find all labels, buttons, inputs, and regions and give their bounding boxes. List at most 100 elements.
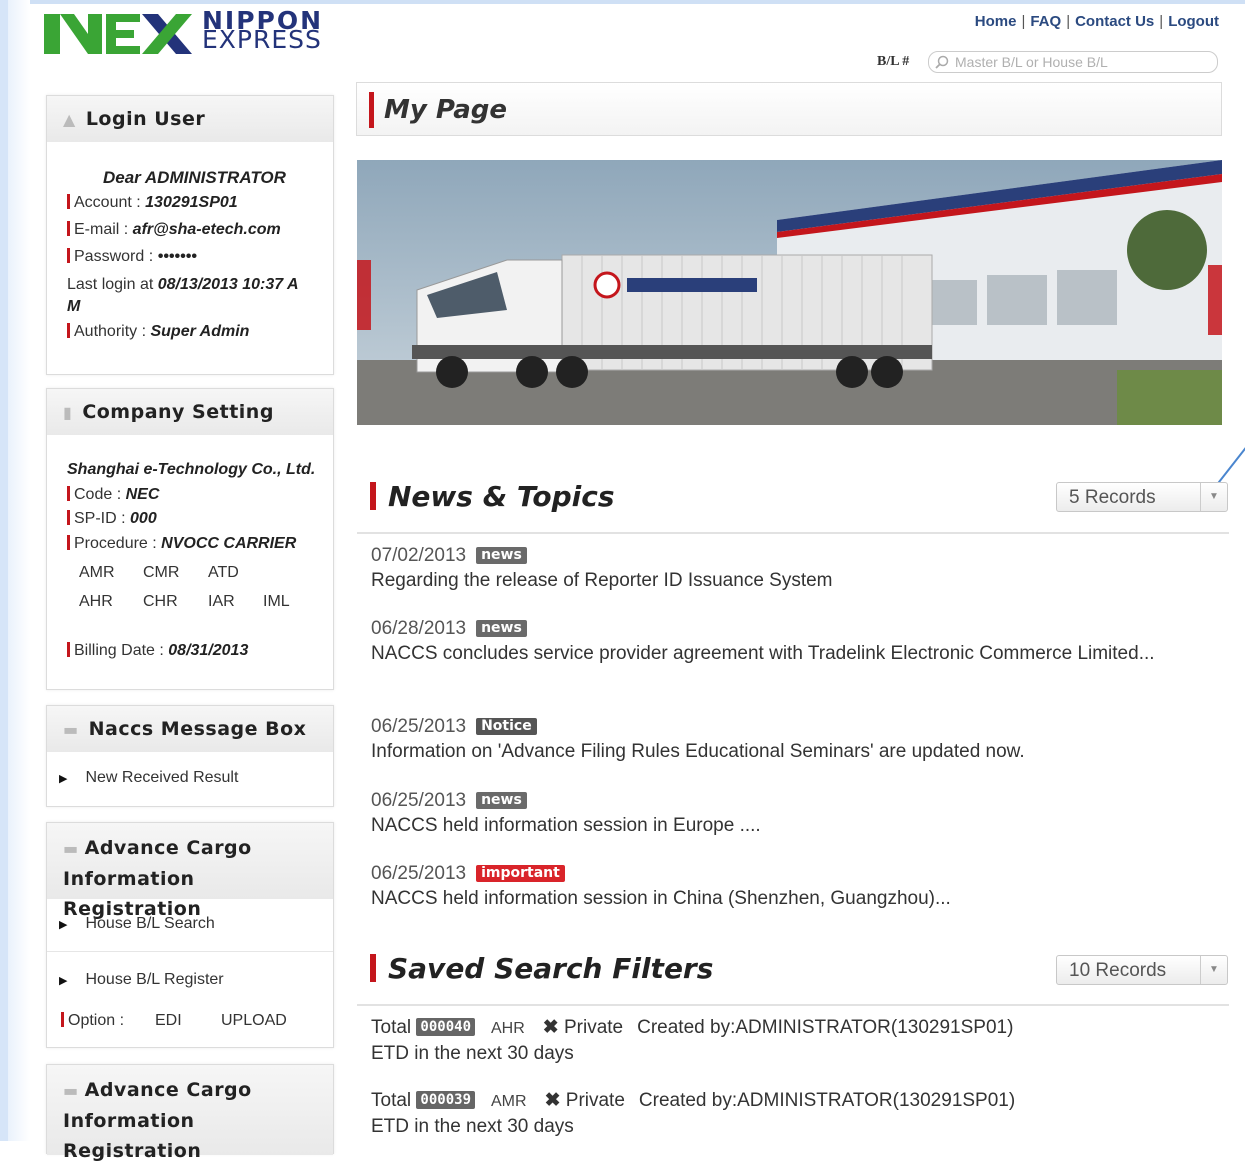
hero-banner-image [357,160,1222,425]
notice-badge: Notice [476,718,537,735]
top-nav: Home | FAQ | Contact Us | Logout [975,13,1219,30]
total-label: Total [371,1017,412,1038]
filters-records-select[interactable]: 10 Records ▼ [1056,955,1228,985]
code-tag-iar: IAR [208,593,235,610]
news-records-select[interactable]: 5 Records ▼ [1056,482,1228,512]
faq-link[interactable]: FAQ [1030,13,1061,30]
account-row: Account : 130291SP01 [67,194,238,212]
password-value: ••••••• [157,248,197,265]
news-headline-link[interactable]: NACCS held information session in China … [371,886,1191,911]
cargo-icon: ▬ [63,839,79,858]
company-setting-header: ▮ Company Setting [47,389,333,435]
last-login-row: Last login at 08/13/2013 10:37 A [67,276,299,294]
wrench-icon: ✖ [544,1090,561,1111]
saved-filters-heading: Saved Search Filters [370,952,713,985]
code-row: Code : NEC [67,486,159,504]
acir-header-2: ▬ Advance Cargo Information Registration [47,1065,333,1162]
acir-header: ▬ Advance Cargo Information Registration [47,823,333,920]
code-value: NEC [125,486,160,503]
banner-next-arrow[interactable] [1208,265,1222,335]
password-label: Password : [74,248,158,265]
company-setting-title: Company Setting [82,401,274,423]
account-label: Account : [74,194,146,211]
greeting: Dear ADMINISTRATOR [103,168,286,187]
news-item: 06/25/2013 important NACCS held informati… [371,861,1191,911]
house-bl-register-label: House B/L Register [85,971,224,988]
title-accent-bar [370,954,376,982]
authority-row: Authority : Super Admin [67,323,249,341]
building-icon: ▮ [63,402,73,422]
last-login-label: Last login at [67,276,158,293]
acir-title-line2: Information Registration [63,868,202,920]
new-received-result-link[interactable]: ▶ New Received Result [59,769,238,787]
saved-filter-item[interactable]: Total 000040 AHR ✖ Private Created by:ADMIN… [371,1015,1013,1066]
filter-code-tag: AMR [491,1093,527,1110]
news-headline-link[interactable]: Information on 'Advance Filing Rules Edu… [371,739,1191,764]
naccs-message-panel: ▬ Naccs Message Box ▶ New Received Result [46,705,334,807]
bullet-triangle-icon: ▶ [59,773,68,785]
news-item: 06/28/2013 news NACCS concludes service p… [371,616,1191,666]
option-edi-link[interactable]: EDI [155,1012,182,1030]
logo-line2: EXPRESS [202,25,322,54]
filter-count-badge: 000039 [416,1091,475,1109]
news-item: 07/02/2013 news Regarding the release of … [371,543,1191,593]
contact-us-link[interactable]: Contact Us [1075,13,1154,30]
news-records-value: 5 Records [1069,487,1156,508]
login-user-panel: ▲ Login User Dear ADMINISTRATOR Account … [46,95,334,375]
option-upload-link[interactable]: UPLOAD [221,1012,287,1030]
code-tag-ahr: AHR [79,593,113,610]
authority-value: Super Admin [150,323,250,340]
procedure-label: Procedure : [74,535,162,552]
news-headline-link[interactable]: Regarding the release of Reporter ID Iss… [371,568,1191,593]
spid-row: SP-ID : 000 [67,510,157,528]
divider [47,951,333,952]
saved-filters-title: Saved Search Filters [388,952,714,985]
saved-filter-item[interactable]: Total 000039 AMR ✖ Private Created by:ADMIN… [371,1088,1015,1139]
naccs-message-header: ▬ Naccs Message Box [47,706,333,752]
news-badge: news [476,620,527,637]
chevron-down-icon: ▼ [1200,956,1227,984]
billing-value: 08/31/2013 [168,642,249,659]
chevron-down-icon: ▼ [1200,483,1227,511]
bullet-bar [67,642,70,657]
divider [357,532,1229,534]
bullet-bar [67,486,70,501]
bl-search-input[interactable] [953,53,1207,71]
logout-link[interactable]: Logout [1168,13,1219,30]
email-value: afr@sha-etech.com [132,221,281,238]
email-label: E-mail : [74,221,133,238]
news-headline-link[interactable]: NACCS held information session in Europe… [371,813,1191,838]
code-tag-chr: CHR [143,593,178,610]
news-topics-heading: News & Topics [370,480,615,513]
last-login-value: 08/13/2013 10:37 A [157,276,299,293]
nippon-express-logo[interactable]: NIPPON EXPRESS [44,8,356,56]
home-link[interactable]: Home [975,13,1017,30]
house-bl-search-label: House B/L Search [85,915,215,932]
nav-separator: | [1021,13,1026,30]
code-tag-amr: AMR [79,564,115,581]
filter-description: ETD in the next 30 days [371,1043,574,1064]
house-bl-search-link[interactable]: ▶ House B/L Search [59,915,215,933]
filter-code-tag: AHR [491,1020,525,1037]
filter-visibility: Private [563,1017,624,1038]
truck-photo [357,160,1222,425]
search-icon[interactable] [935,55,949,69]
filter-description: ETD in the next 30 days [371,1116,574,1137]
house-bl-register-link[interactable]: ▶ House B/L Register [59,971,224,989]
filter-visibility: Private [565,1090,625,1111]
window-left-shadow [8,0,30,1141]
cargo-icon: ▬ [63,1081,79,1100]
news-date: 06/25/2013 [371,790,467,811]
bl-search-box[interactable] [928,51,1218,73]
important-badge: important [476,865,565,882]
news-item: 06/25/2013 news NACCS held information se… [371,788,1191,838]
news-headline-link[interactable]: NACCS concludes service provider agreeme… [371,641,1191,666]
filter-created-by: Created by:ADMINISTRATOR(130291SP01) [638,1090,1016,1111]
title-accent-bar [369,92,374,128]
banner-prev-arrow[interactable] [357,260,371,330]
login-user-title: Login User [85,108,206,130]
acir2-title-line1: Advance Cargo [84,1079,252,1101]
page-title-bar: My Page [356,82,1222,136]
news-topics-title: News & Topics [388,480,615,513]
mail-icon: ▬ [63,719,79,739]
